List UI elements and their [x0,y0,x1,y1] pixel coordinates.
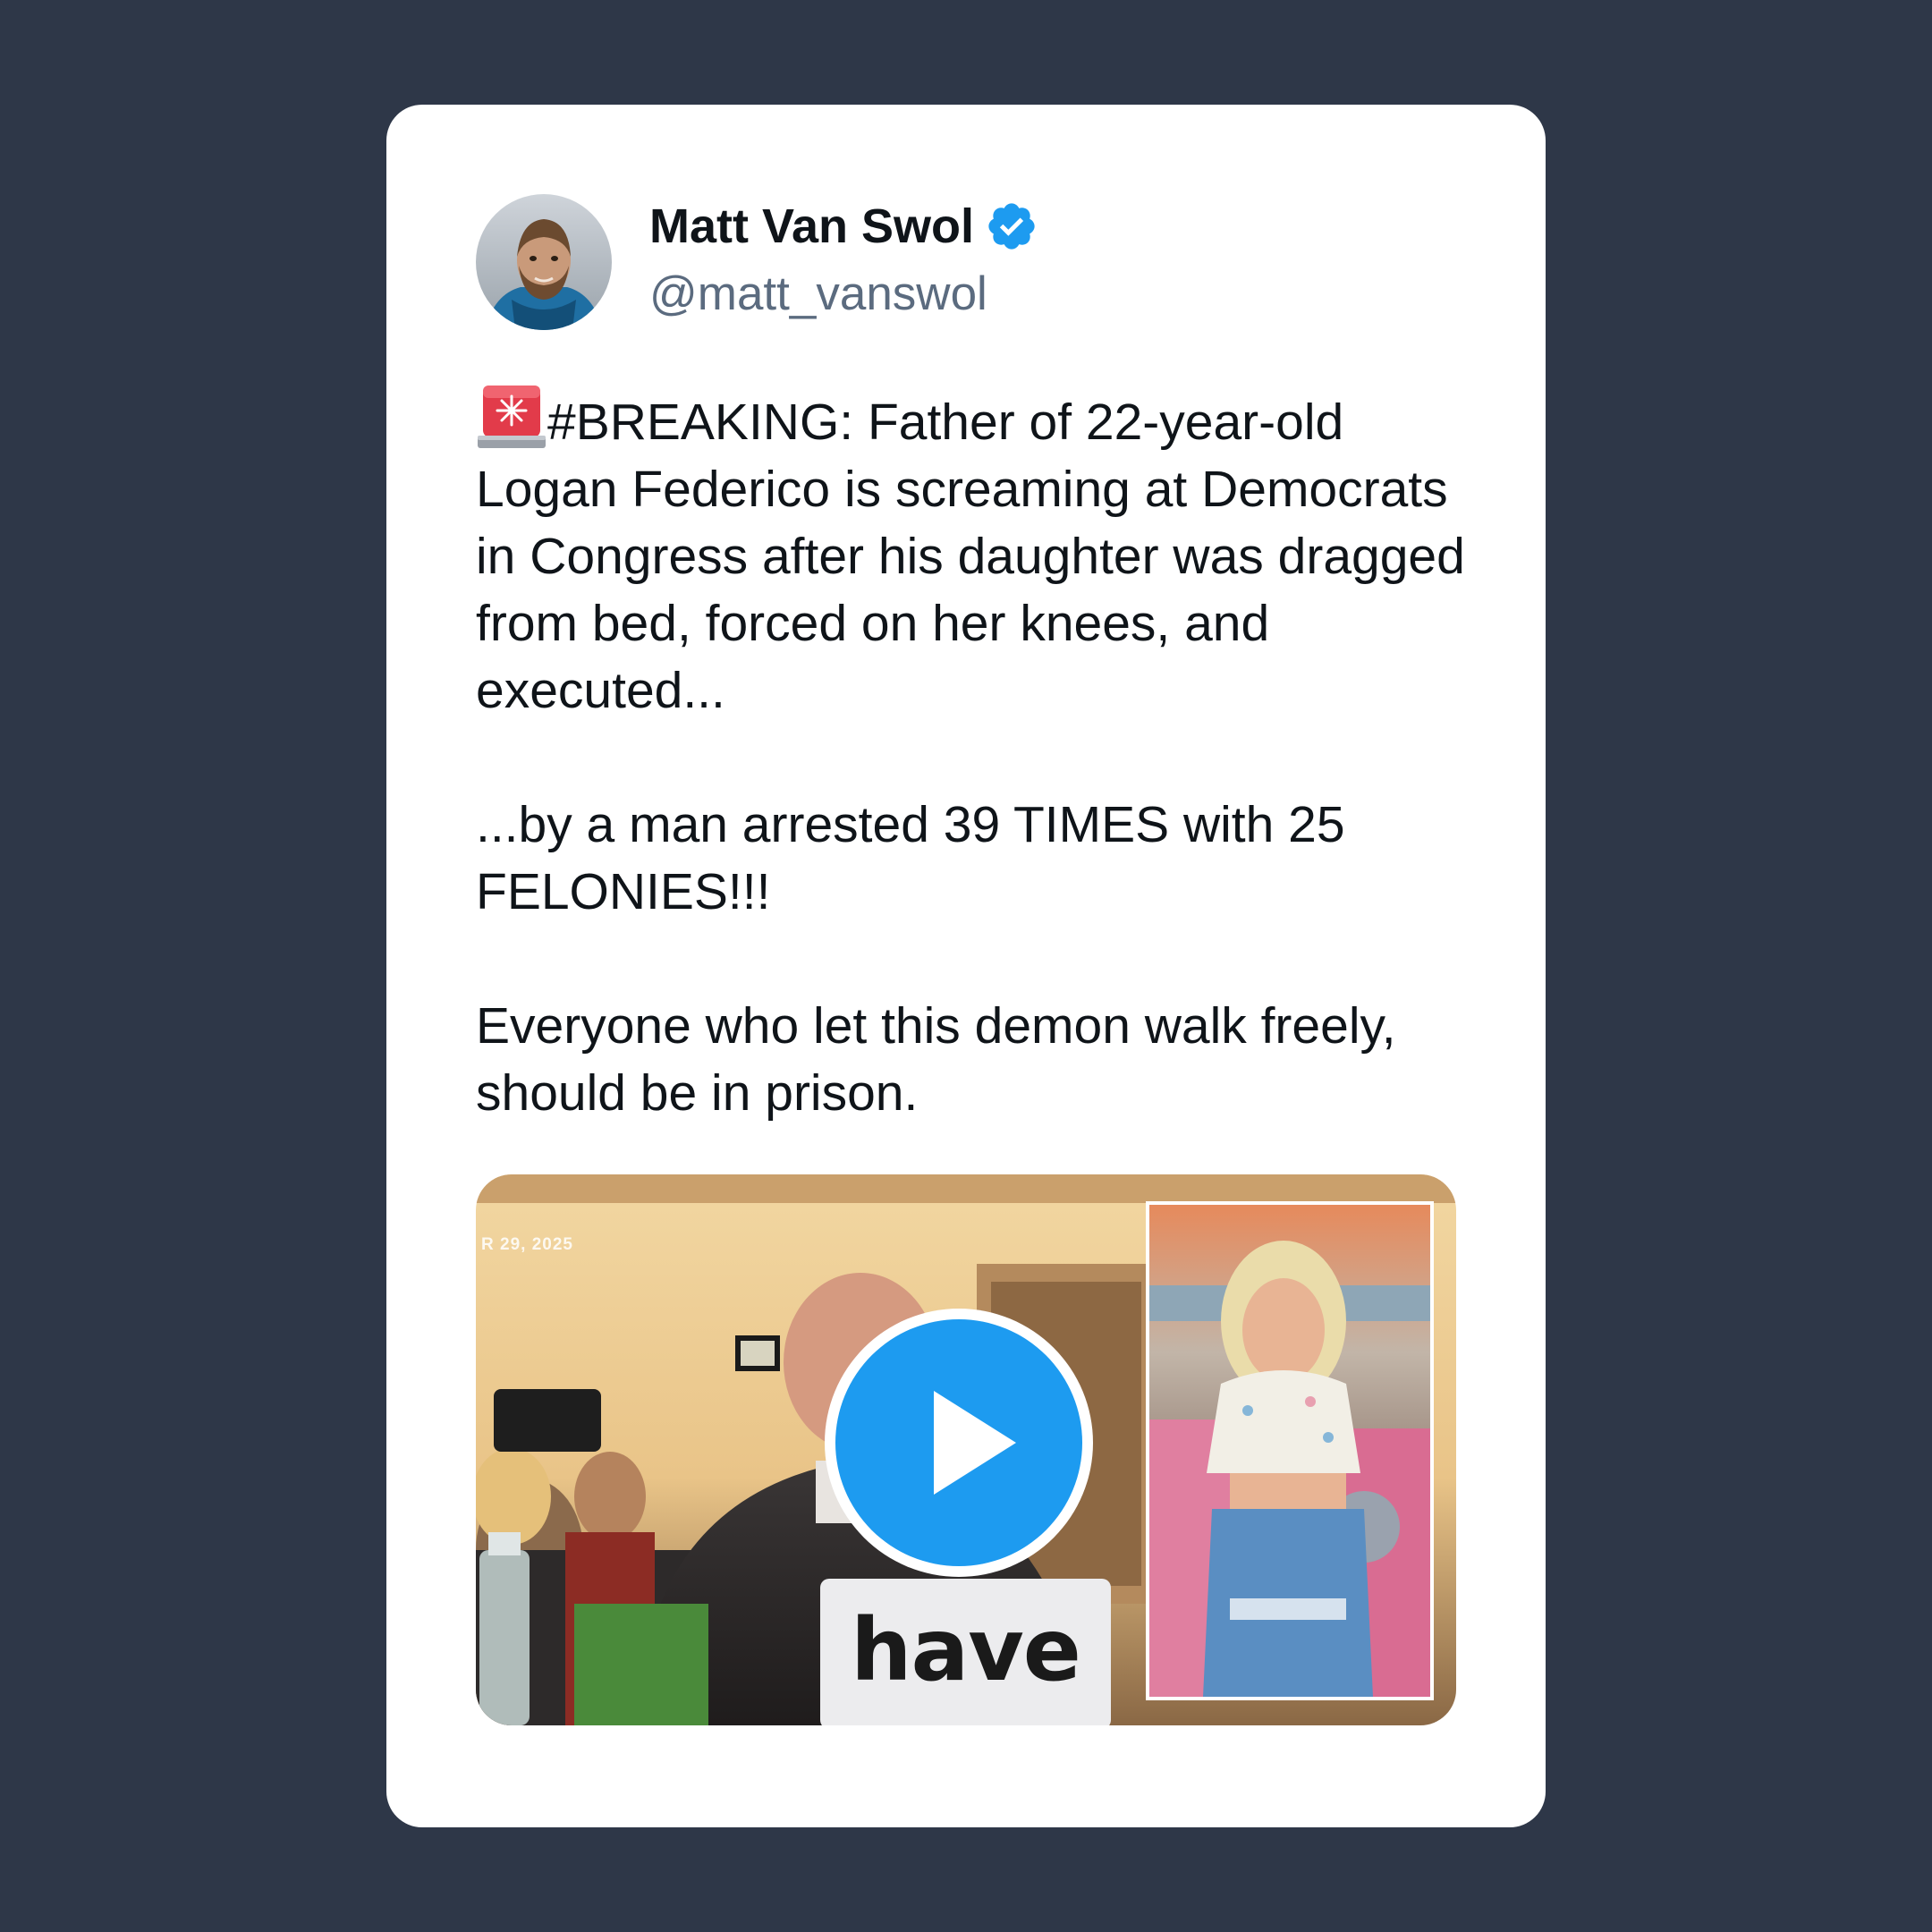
play-button[interactable] [825,1309,1093,1577]
police-car-light-icon [476,380,547,452]
verified-badge-icon [985,199,1038,253]
tweet-paragraph: Everyone who let this demon walk freely,… [476,997,1396,1122]
tweet-text: #BREAKING: Father of 22-year-old Logan F… [476,380,1469,1127]
user-handle[interactable]: @matt_vanswol [649,266,987,323]
display-name[interactable]: Matt Van Swol [649,198,1038,256]
play-icon [934,1391,1016,1495]
tweet-card: Matt Van Swol @matt_vanswol #BREAKING: F… [386,105,1546,1827]
play-button-fill [835,1319,1082,1566]
tweet-paragraph: #BREAKING: Father of 22-year-old Logan F… [476,380,1469,724]
avatar[interactable] [476,194,612,330]
video-caption: have [820,1579,1111,1725]
video-date-stamp: R 29, 2025 [481,1235,573,1254]
video-thumbnail[interactable]: R 29, 2025 have [476,1174,1456,1725]
inset-photo [1146,1201,1434,1700]
tweet-paragraph-text: #BREAKING: Father of 22-year-old Logan F… [476,394,1465,719]
tweet-paragraph: ...by a man arrested 39 TIMES with 25 FE… [476,796,1345,920]
display-name-text: Matt Van Swol [649,199,975,253]
